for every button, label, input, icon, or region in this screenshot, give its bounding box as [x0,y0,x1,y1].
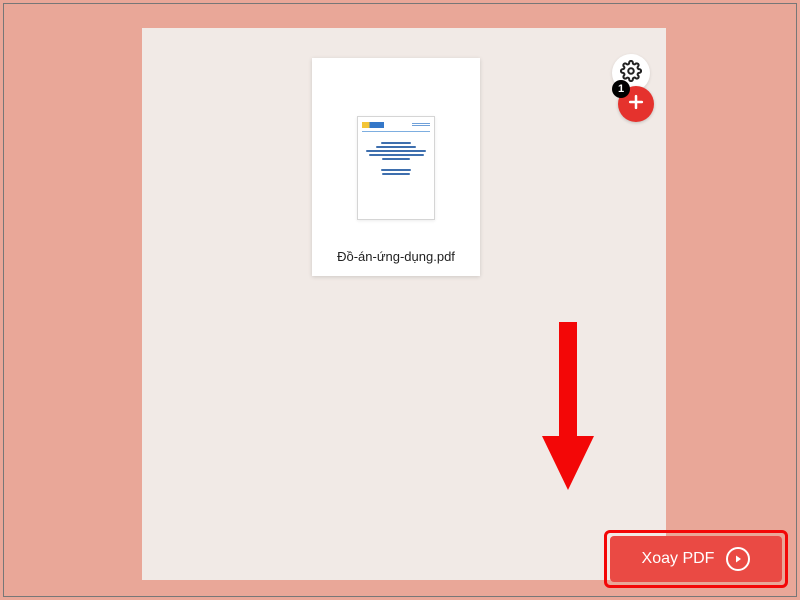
add-file-button[interactable]: 1 [618,86,654,122]
rotate-pdf-button[interactable]: Xoay PDF [610,536,782,582]
primary-button-label: Xoay PDF [642,550,715,568]
doc-logo [362,122,384,128]
document-thumbnail [357,116,435,220]
badge-count: 1 [618,83,624,95]
file-tile[interactable]: Đồ-án-ứng-dụng.pdf [312,58,480,276]
file-name: Đồ-án-ứng-dụng.pdf [312,249,480,264]
primary-button-highlight: Xoay PDF [604,530,788,588]
main-panel: 1 [142,28,666,580]
arrow-right-circle-icon [726,547,750,571]
plus-icon [626,92,646,117]
tutorial-arrow-icon [538,322,598,497]
doc-body-lines [362,142,430,175]
file-count-badge: 1 [612,80,630,98]
screenshot-frame: 1 [3,3,797,597]
doc-header-text [412,123,430,127]
